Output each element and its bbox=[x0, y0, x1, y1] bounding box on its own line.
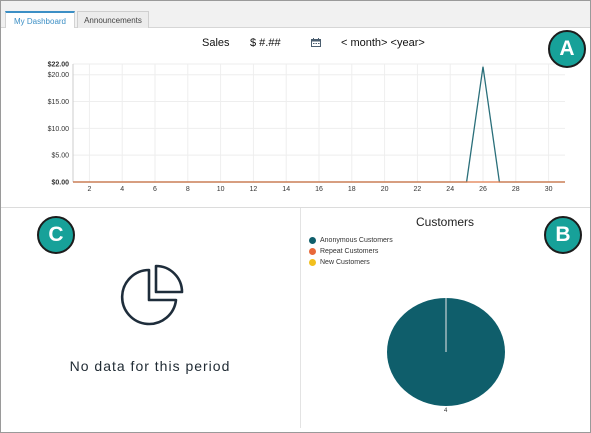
no-data-message: No data for this period bbox=[69, 358, 231, 374]
x-tick-label: 20 bbox=[381, 186, 389, 193]
tab-announcements[interactable]: Announcements bbox=[77, 11, 149, 28]
sales-chart-panel: $0.00 $5.00 $10.00 $15.00 $20.00 $22.00 2 4 6 8 10… bbox=[1, 27, 590, 207]
sales-line-chart: $0.00$5.00$10.00$15.00$20.00$22.002 4 6 8 10… bbox=[48, 62, 565, 193]
x-tick-label: 14 bbox=[282, 186, 290, 193]
x-tick-label: 26 bbox=[479, 186, 487, 193]
x-tick-label: 22 bbox=[414, 186, 422, 193]
legend-swatch-repeat bbox=[309, 248, 316, 255]
badge-a: A bbox=[548, 30, 586, 68]
customers-title: Customers bbox=[415, 215, 474, 229]
y-tick-label: $22.00 bbox=[48, 62, 70, 69]
legend-label: New Customers bbox=[320, 259, 370, 266]
x-tick-label: 10 bbox=[217, 186, 225, 193]
y-tick-label: $15.00 bbox=[48, 99, 70, 106]
legend-label: Anonymous Customers bbox=[320, 237, 393, 244]
panel-divider-vertical bbox=[300, 208, 301, 428]
x-tick-label: 2 bbox=[87, 186, 91, 193]
customers-legend: Anonymous Customers Repeat Customers New… bbox=[309, 235, 393, 268]
pie-chart-outline-icon bbox=[120, 264, 184, 326]
legend-swatch-anonymous bbox=[309, 237, 316, 244]
y-tick-label: $5.00 bbox=[51, 153, 69, 160]
x-tick-label: 4 bbox=[120, 186, 124, 193]
x-tick-label: 18 bbox=[348, 186, 356, 193]
x-tick-label: 8 bbox=[186, 186, 190, 193]
legend-item-anonymous[interactable]: Anonymous Customers bbox=[309, 235, 393, 246]
tab-my-dashboard[interactable]: My Dashboard bbox=[5, 11, 75, 28]
legend-item-repeat[interactable]: Repeat Customers bbox=[309, 246, 393, 257]
x-tick-label: 28 bbox=[512, 186, 520, 193]
x-tick-label: 16 bbox=[315, 186, 323, 193]
x-tick-label: 24 bbox=[446, 186, 454, 193]
badge-c: C bbox=[37, 216, 75, 254]
y-tick-label: $0.00 bbox=[51, 180, 69, 187]
panel-divider-horizontal bbox=[1, 207, 590, 208]
legend-item-new[interactable]: New Customers bbox=[309, 257, 393, 268]
tab-strip: My Dashboard Announcements bbox=[1, 1, 590, 28]
x-tick-label: 6 bbox=[153, 186, 157, 193]
x-tick-label: 12 bbox=[250, 186, 258, 193]
pie-value-label: 4 bbox=[444, 408, 448, 414]
legend-swatch-new bbox=[309, 259, 316, 266]
customers-pie-chart bbox=[387, 298, 505, 406]
y-tick-label: $20.00 bbox=[48, 72, 70, 79]
y-tick-label: $10.00 bbox=[48, 126, 70, 133]
legend-label: Repeat Customers bbox=[320, 248, 379, 255]
x-tick-label: 30 bbox=[545, 186, 553, 193]
